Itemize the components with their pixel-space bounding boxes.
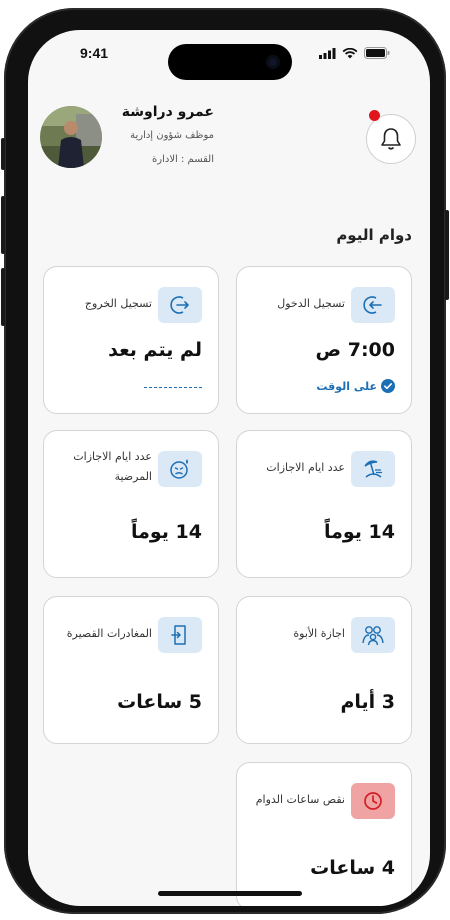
phone-frame: 9:41 عمرو دراوشة موظف شؤون إدارية القسم … (1, 8, 449, 914)
leave-days-card[interactable]: عدد ايام الاجازات 14 يوماً (236, 430, 412, 578)
leave-days-value: 14 يوماً (323, 521, 395, 543)
clock-icon (351, 783, 395, 819)
signal-icon (319, 47, 336, 59)
notifications-button[interactable] (366, 114, 416, 164)
user-role: موظف شؤون إدارية (130, 130, 214, 141)
bell-icon (381, 128, 401, 150)
logout-icon (158, 287, 202, 323)
user-name: عمرو دراوشة (121, 104, 214, 120)
on-time-status: على الوقت (316, 379, 395, 393)
status-time: 9:41 (80, 45, 109, 61)
check-in-value: 7:00 ص (315, 339, 395, 361)
battery-icon (364, 47, 390, 59)
paternity-leave-label: اجازة الأبوة (293, 627, 345, 640)
sick-face-icon (158, 451, 202, 487)
beach-icon (351, 451, 395, 487)
exit-door-icon (158, 617, 202, 653)
avatar[interactable] (40, 106, 102, 168)
sick-leave-label: عدد ايام الاجازات المرضية (73, 450, 152, 483)
dynamic-island (168, 44, 292, 80)
notification-badge (369, 110, 380, 121)
pending-divider (144, 387, 202, 388)
hours-shortage-label: نقص ساعات الدوام (255, 793, 345, 806)
on-time-label: على الوقت (316, 379, 377, 393)
check-circle-icon (381, 379, 395, 393)
sick-leave-card[interactable]: عدد ايام الاجازات المرضية 14 يوماً (43, 430, 219, 578)
short-leaves-card[interactable]: المغادرات القصيرة 5 ساعات (43, 596, 219, 744)
check-out-card[interactable]: تسجيل الخروج لم يتم بعد (43, 266, 219, 414)
login-icon (351, 287, 395, 323)
app-screen: 9:41 عمرو دراوشة موظف شؤون إدارية القسم … (28, 30, 430, 906)
hours-shortage-value: 4 ساعات (310, 857, 395, 879)
sick-leave-value: 14 يوماً (130, 521, 202, 543)
section-title: دوام اليوم (336, 226, 412, 244)
short-leaves-label: المغادرات القصيرة (66, 627, 152, 640)
check-out-label: تسجيل الخروج (84, 297, 152, 310)
leave-days-label: عدد ايام الاجازات (266, 461, 345, 474)
check-in-card[interactable]: تسجيل الدخول 7:00 ص على الوقت (236, 266, 412, 414)
status-icons (319, 47, 390, 59)
hours-shortage-card[interactable]: نقص ساعات الدوام 4 ساعات (236, 762, 412, 906)
check-out-value: لم يتم بعد (108, 339, 202, 361)
family-icon (351, 617, 395, 653)
user-department: القسم : الادارة (152, 154, 214, 165)
home-indicator[interactable] (158, 891, 302, 896)
check-in-label: تسجيل الدخول (277, 297, 345, 310)
wifi-icon (342, 47, 358, 58)
short-leaves-value: 5 ساعات (117, 691, 202, 713)
paternity-leave-value: 3 أيام (340, 691, 395, 713)
paternity-leave-card[interactable]: اجازة الأبوة 3 أيام (236, 596, 412, 744)
